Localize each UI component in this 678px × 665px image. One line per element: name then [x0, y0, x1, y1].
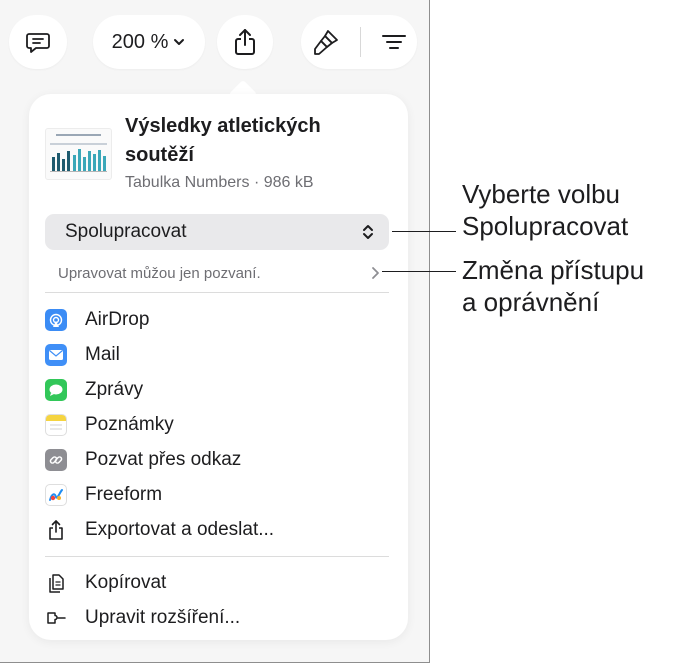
- action-label: Kopírovat: [85, 572, 167, 593]
- comment-icon: [26, 33, 50, 53]
- share-target-label: Freeform: [85, 484, 163, 505]
- format-brush-icon[interactable]: [311, 27, 341, 57]
- callout-access-line2: a oprávnění: [462, 287, 600, 317]
- export-and-send-item[interactable]: Exportovat a odeslat...: [45, 515, 389, 545]
- share-icon: [235, 29, 255, 55]
- document-title: Výsledky atletických soutěží: [125, 115, 321, 166]
- document-meta: Tabulka Numbers · 986 kB: [125, 174, 314, 191]
- freeform-icon: [45, 484, 67, 506]
- share-target-label: Poznámky: [85, 414, 174, 435]
- share-popover: Výsledky atletických soutěží Tabulka Num…: [29, 94, 408, 640]
- share-target-label: Zprávy: [85, 379, 144, 400]
- share-target-mail[interactable]: Mail: [45, 340, 389, 370]
- airdrop-icon: [45, 309, 67, 331]
- copy-item[interactable]: Kopírovat: [45, 568, 389, 598]
- document-thumbnail: [45, 128, 112, 180]
- share-target-messages[interactable]: Zprávy: [45, 375, 389, 405]
- organize-icon[interactable]: [380, 28, 408, 56]
- share-target-freeform[interactable]: Freeform: [45, 480, 389, 510]
- comment-button[interactable]: [9, 15, 67, 69]
- callout-collaborate-line1: Vyberte volbu: [462, 179, 621, 209]
- export-label: Exportovat a odeslat...: [85, 519, 275, 540]
- chevron-right-icon: [372, 267, 379, 279]
- extensions-icon: [45, 607, 67, 629]
- export-icon: [45, 519, 67, 541]
- mail-icon: [45, 344, 67, 366]
- share-target-invite-link[interactable]: Pozvat přes odkaz: [45, 445, 389, 475]
- permissions-row[interactable]: Upravovat můžou jen pozvaní.: [58, 262, 380, 284]
- share-target-notes[interactable]: Poznámky: [45, 410, 389, 440]
- callout-line-access: [382, 271, 456, 272]
- share-target-label: AirDrop: [85, 309, 150, 330]
- collaboration-select[interactable]: Spolupracovat: [45, 214, 389, 250]
- divider: [45, 556, 389, 557]
- notes-icon: [45, 414, 67, 436]
- callout-collaborate: Vyberte volbu Spolupracovat: [462, 178, 628, 242]
- numbers-app-pane: 200 % Výsledky atletických soutěží Tabul…: [0, 0, 430, 663]
- callout-access: Změna přístupu a oprávnění: [462, 254, 644, 318]
- edit-extensions-item[interactable]: Upravit rozšíření...: [45, 603, 389, 633]
- share-target-label: Pozvat přes odkaz: [85, 449, 242, 470]
- zoom-button[interactable]: 200 %: [93, 15, 205, 69]
- permissions-text: Upravovat můžou jen pozvaní.: [58, 264, 261, 282]
- format-organize-group: [301, 15, 417, 69]
- callout-collaborate-line2: Spolupracovat: [462, 211, 629, 241]
- share-target-airdrop[interactable]: AirDrop: [45, 305, 389, 335]
- share-target-label: Mail: [85, 344, 120, 365]
- copy-icon: [45, 572, 67, 594]
- callout-line-collaborate: [392, 231, 456, 232]
- link-icon: [45, 449, 67, 471]
- chevron-down-icon: [174, 39, 185, 45]
- callout-access-line1: Změna přístupu: [462, 255, 645, 285]
- chevron-up-down-icon: [363, 225, 373, 239]
- action-label: Upravit rozšíření...: [85, 607, 241, 628]
- messages-icon: [45, 379, 67, 401]
- toolbar-separator: [359, 27, 361, 57]
- share-button[interactable]: [217, 15, 273, 69]
- collaboration-select-value: Spolupracovat: [65, 221, 187, 242]
- divider: [45, 292, 389, 293]
- zoom-label: 200 %: [111, 30, 169, 53]
